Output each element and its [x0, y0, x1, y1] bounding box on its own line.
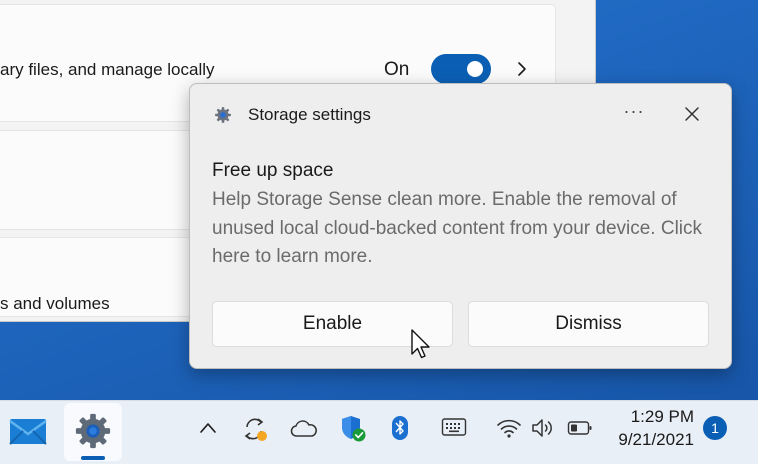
toggle-state-label: On — [384, 59, 410, 80]
gear-icon — [215, 107, 231, 123]
more-options-button[interactable]: ··· — [620, 98, 648, 128]
clock-date: 9/21/2021 — [618, 430, 694, 449]
clock-time: 1:29 PM — [630, 407, 694, 426]
system-clock[interactable]: 1:29 PM 9/21/2021 — [614, 405, 694, 451]
storage-sense-description: ary files, and manage locally — [0, 60, 215, 79]
mouse-pointer-icon — [411, 329, 430, 359]
sync-icon[interactable] — [241, 414, 269, 444]
disks-volumes-description: s and volumes — [0, 294, 110, 313]
windows-security-icon[interactable] — [340, 414, 368, 444]
storage-sense-toggle[interactable] — [431, 54, 491, 84]
active-app-indicator — [81, 456, 105, 460]
chevron-right-icon[interactable] — [513, 59, 531, 79]
onedrive-icon[interactable] — [290, 420, 318, 438]
dismiss-button[interactable]: Dismiss — [468, 301, 709, 347]
taskbar: 1:29 PM 9/21/2021 1 — [0, 400, 758, 464]
volume-icon[interactable] — [530, 416, 556, 440]
settings-app-button[interactable] — [64, 403, 122, 461]
settings-app-icon — [75, 413, 111, 449]
close-icon[interactable] — [684, 106, 700, 122]
toggle-knob — [467, 61, 483, 77]
keyboard-icon[interactable] — [441, 417, 467, 437]
bluetooth-icon[interactable] — [391, 415, 409, 441]
wifi-icon[interactable] — [496, 417, 522, 439]
mail-icon[interactable] — [8, 414, 48, 448]
toast-title: Free up space — [212, 160, 334, 181]
toast-notification[interactable]: Storage settings ··· Free up space Help … — [189, 83, 732, 369]
notification-count-badge[interactable]: 1 — [703, 416, 727, 440]
battery-icon[interactable] — [567, 420, 593, 436]
toast-body[interactable]: Help Storage Sense clean more. Enable th… — [212, 186, 717, 272]
toast-app-name: Storage settings — [248, 105, 371, 124]
chevron-up-icon[interactable] — [198, 420, 218, 436]
